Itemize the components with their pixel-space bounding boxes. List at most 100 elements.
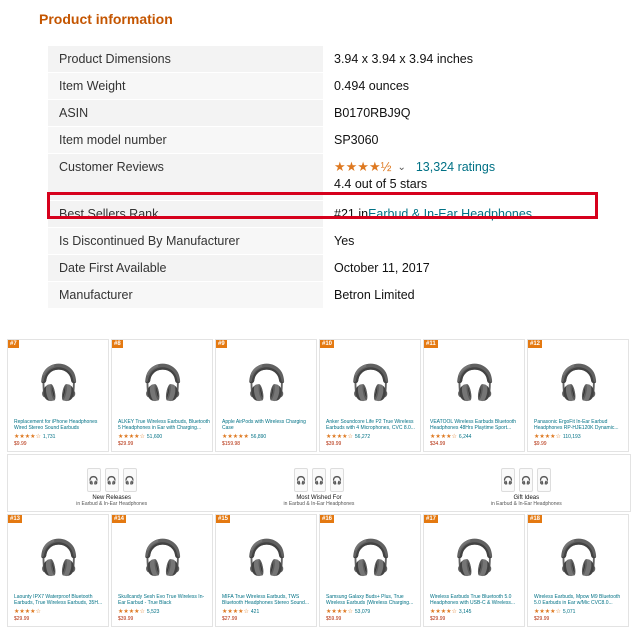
info-row: Item model number SP3060 xyxy=(48,127,600,154)
product-image[interactable]: 🎧 xyxy=(122,348,204,418)
earbuds-icon: 🎧 xyxy=(86,468,101,492)
star-rating-icon[interactable]: ★★★★☆ 56,272 xyxy=(326,433,370,440)
star-rating-icon[interactable]: ★★★★☆ 110,193 xyxy=(534,433,581,440)
rank-badge: #9 xyxy=(216,340,227,348)
product-title-link[interactable]: Skullcandy Sesh Evo True Wireless In-Ear… xyxy=(118,594,210,606)
category-sublabel: in Earbud & In-Ear Headphones xyxy=(76,501,148,507)
product-image[interactable]: 🎧 xyxy=(18,523,100,593)
product-title-link[interactable]: Wireless Earbuds, Mpow M9 Bluetooth 5.0 … xyxy=(534,594,626,606)
star-rating-icon[interactable]: ★★★★☆ 53,079 xyxy=(326,608,370,615)
product-title-link[interactable]: Panasonic ErgoFit In-Ear Earbud Headphon… xyxy=(534,419,626,431)
price: $29.99 xyxy=(14,616,30,622)
star-rating-icon[interactable]: ★★★★☆ 421 xyxy=(222,608,259,615)
star-rating-icon[interactable]: ★★★★☆ xyxy=(14,608,43,615)
info-row: ASIN B0170RBJ9Q xyxy=(48,100,600,127)
product-card[interactable]: #13 🎧 Laounty IPX7 Waterproof Bluetooth Ea… xyxy=(7,514,109,627)
product-title-link[interactable]: Samsung Galaxy Buds+ Plus, True Wireless… xyxy=(326,594,418,606)
card-row: #7 🎧 Replacement for iPhone Headphones Wir… xyxy=(7,339,632,452)
category-link-cell[interactable]: 🎧 🎧 🎧 Most Wished For in Earbud & In-Ear Hea… xyxy=(215,455,422,511)
product-card[interactable]: #10 🎧 Anker Soundcore Life P2 True Wireles… xyxy=(319,339,421,452)
review-count[interactable]: 3,145 xyxy=(459,609,472,615)
headphones-icon: 🎧 xyxy=(349,364,393,402)
product-image[interactable]: 🎧 xyxy=(330,523,412,593)
product-card[interactable]: #14 🎧 Skullcandy Sesh Evo True Wireless In… xyxy=(111,514,213,627)
price: $39.99 xyxy=(118,616,134,622)
review-count[interactable]: 51,600 xyxy=(147,434,162,440)
review-count[interactable]: 6,244 xyxy=(459,434,472,440)
review-count[interactable]: 53,079 xyxy=(355,609,370,615)
product-card[interactable]: #11 🎧 VEATOOL Wireless Earbuds Bluetooth H… xyxy=(423,339,525,452)
earbuds-icon: 🎧 xyxy=(519,468,534,492)
product-title-link[interactable]: MIFA True Wireless Earbuds, TWS Bluetoot… xyxy=(222,594,314,606)
product-card[interactable]: #15 🎧 MIFA True Wireless Earbuds, TWS Blue… xyxy=(215,514,317,627)
product-title-link[interactable]: Replacement for iPhone Headphones Wired … xyxy=(14,419,106,431)
category-links-row: 🎧 🎧 🎧 New Releases in Earbud & In-Ear Headph… xyxy=(7,454,631,512)
product-title-link[interactable]: ALKEY True Wireless Earbuds, Bluetooth 5… xyxy=(118,419,210,431)
headphones-icon: 🎧 xyxy=(557,364,601,402)
earbuds-icon: 🎧 xyxy=(122,468,137,492)
product-title-link[interactable]: Apple AirPods with Wireless Charging Cas… xyxy=(222,419,314,431)
product-card[interactable]: #18 🎧 Wireless Earbuds, Mpow M9 Bluetooth … xyxy=(527,514,629,627)
product-card[interactable]: #9 🎧 Apple AirPods with Wireless Charging … xyxy=(215,339,317,452)
rank-badge: #15 xyxy=(216,515,231,523)
star-rating-icon[interactable]: ★★★★☆ 6,244 xyxy=(430,433,471,440)
price: $34.99 xyxy=(430,441,446,447)
star-rating-icon[interactable]: ★★★★★ 56,890 xyxy=(222,433,266,440)
product-image[interactable]: 🎧 xyxy=(226,348,308,418)
price: $29.99 xyxy=(118,441,134,447)
product-card[interactable]: #12 🎧 Panasonic ErgoFit In-Ear Earbud Head… xyxy=(527,339,629,452)
product-image[interactable]: 🎧 xyxy=(434,348,516,418)
product-image[interactable]: 🎧 xyxy=(434,523,516,593)
product-image[interactable]: 🎧 xyxy=(538,348,620,418)
row-key: Manufacturer xyxy=(48,282,323,308)
review-count[interactable]: 110,193 xyxy=(563,434,581,440)
product-title-link[interactable]: Wireless Earbuds True Bluetooth 5.0 Head… xyxy=(430,594,522,606)
headphones-icon: 🎧 xyxy=(349,539,393,577)
product-card[interactable]: #16 🎧 Samsung Galaxy Buds+ Plus, True Wire… xyxy=(319,514,421,627)
category-link-cell[interactable]: 🎧 🎧 🎧 New Releases in Earbud & In-Ear Headph… xyxy=(8,455,215,511)
price: $29.99 xyxy=(430,616,446,622)
row-value: Betron Limited xyxy=(334,288,415,302)
ratings-link[interactable]: 13,324 ratings xyxy=(416,160,495,174)
product-title-link[interactable]: Laounty IPX7 Waterproof Bluetooth Earbud… xyxy=(14,594,106,606)
info-row: Manufacturer Betron Limited xyxy=(48,282,600,309)
rank-badge: #17 xyxy=(424,515,439,523)
row-key: ASIN xyxy=(48,100,323,126)
star-rating-icon[interactable]: ★★★★☆ 5,523 xyxy=(118,608,159,615)
product-title-link[interactable]: VEATOOL Wireless Earbuds Bluetooth Headp… xyxy=(430,419,522,431)
row-value: SP3060 xyxy=(334,133,379,147)
star-rating-icon[interactable]: ★★★★☆ 51,600 xyxy=(118,433,162,440)
product-card[interactable]: #17 🎧 Wireless Earbuds True Bluetooth 5.0 … xyxy=(423,514,525,627)
headphones-icon: 🎧 xyxy=(453,364,497,402)
headphones-icon: 🎧 xyxy=(37,539,81,577)
review-count[interactable]: 5,523 xyxy=(147,609,160,615)
rank-badge: #11 xyxy=(424,340,438,348)
product-card[interactable]: #8 🎧 ALKEY True Wireless Earbuds, Bluetoot… xyxy=(111,339,213,452)
product-card[interactable]: #7 🎧 Replacement for iPhone Headphones Wir… xyxy=(7,339,109,452)
star-rating-icon[interactable]: ★★★★☆ 1,731 xyxy=(14,433,55,440)
star-rating-icon[interactable]: ★★★★☆ 5,071 xyxy=(534,608,575,615)
product-title-link[interactable]: Anker Soundcore Life P2 True Wireless Ea… xyxy=(326,419,418,431)
review-count[interactable]: 421 xyxy=(251,609,259,615)
chevron-down-icon[interactable]: ⌄ xyxy=(397,162,405,173)
price: $159.98 xyxy=(222,441,241,447)
review-count[interactable]: 5,071 xyxy=(563,609,576,615)
rank-badge: #8 xyxy=(112,340,123,348)
price: $59.99 xyxy=(326,616,342,622)
info-row: Date First Available October 11, 2017 xyxy=(48,255,600,282)
category-link-cell[interactable]: 🎧 🎧 🎧 Gift Ideas in Earbud & In-Ear Headphon… xyxy=(423,455,630,511)
review-count[interactable]: 1,731 xyxy=(43,434,56,440)
category-sublabel: in Earbud & In-Ear Headphones xyxy=(490,501,562,507)
price: $39.99 xyxy=(326,441,342,447)
review-count[interactable]: 56,272 xyxy=(355,434,370,440)
review-count[interactable]: 56,890 xyxy=(251,434,266,440)
product-image[interactable]: 🎧 xyxy=(330,348,412,418)
star-rating-icon[interactable]: ★★★★☆ 3,145 xyxy=(430,608,471,615)
product-image[interactable]: 🎧 xyxy=(538,523,620,593)
star-rating-icon[interactable]: ★★★★½ xyxy=(334,159,391,175)
product-image[interactable]: 🎧 xyxy=(122,523,204,593)
product-image[interactable]: 🎧 xyxy=(226,523,308,593)
product-image[interactable]: 🎧 xyxy=(18,348,100,418)
headphones-icon: 🎧 xyxy=(245,364,289,402)
earbuds-icon: 🎧 xyxy=(501,468,516,492)
